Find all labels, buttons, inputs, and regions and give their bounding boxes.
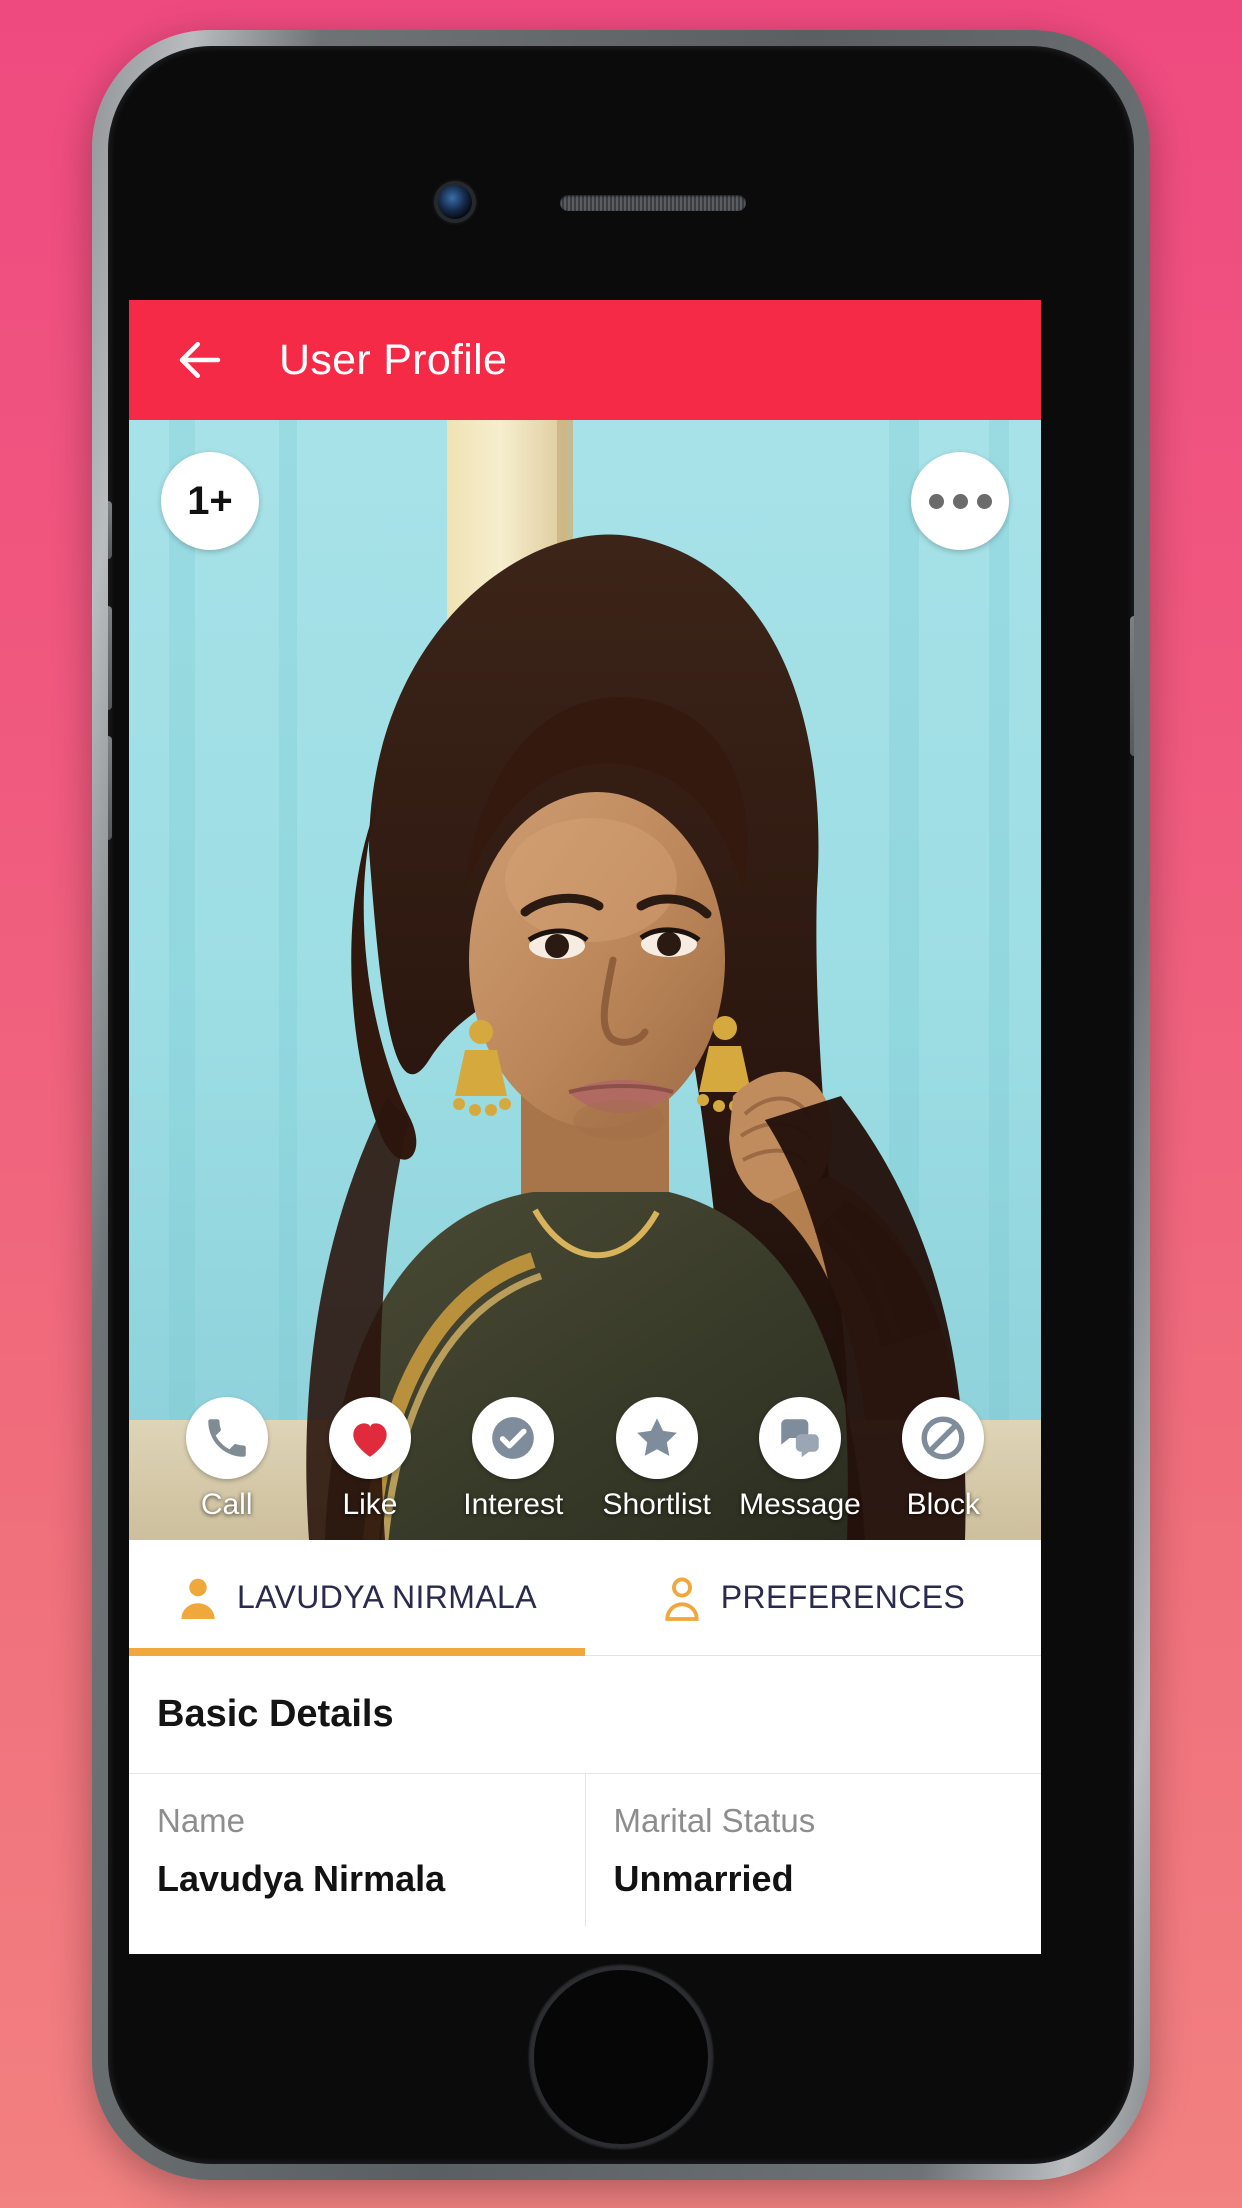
person-outline-icon xyxy=(665,1577,699,1621)
shortlist-button[interactable] xyxy=(615,1397,698,1479)
detail-value: Lavudya Nirmala xyxy=(157,1858,446,1899)
power-button[interactable] xyxy=(1130,616,1134,756)
person-filled-icon xyxy=(181,1578,215,1619)
heart-icon xyxy=(353,1423,387,1457)
action-shortlist[interactable]: Shortlist xyxy=(591,1397,723,1522)
detail-label: Marital Status xyxy=(613,1802,816,1839)
menu-dot xyxy=(928,493,944,509)
profile-tab-bar: LAVUDYA NIRMALA PREFERENCES xyxy=(129,1540,1041,1656)
menu-dot xyxy=(976,493,992,509)
check-circle-icon xyxy=(492,1417,535,1459)
volume-up-button[interactable] xyxy=(108,606,112,710)
profile-photo xyxy=(129,420,1041,1540)
tab-label: LAVUDYA NIRMALA xyxy=(236,1578,537,1615)
action-interest[interactable]: Interest xyxy=(447,1397,579,1522)
overflow-menu-icon[interactable] xyxy=(911,452,1009,550)
call-button[interactable] xyxy=(185,1397,268,1479)
detail-label: Name xyxy=(157,1802,246,1839)
action-block[interactable]: Block xyxy=(877,1397,1009,1522)
tab-preferences[interactable]: PREFERENCES xyxy=(585,1540,1041,1655)
profile-photo-area[interactable]: 1+ Call Like Interest Shortlist Message … xyxy=(129,420,1041,1540)
chat-bubbles-icon xyxy=(781,1419,819,1458)
app-bar: User Profile xyxy=(129,300,1041,420)
action-label: Like xyxy=(342,1488,398,1521)
phone-screen: User Profile 1+ Call Like Interest Short… xyxy=(129,300,1041,1954)
detail-cell-name: Name Lavudya Nirmala xyxy=(129,1774,585,1926)
interest-button[interactable] xyxy=(472,1397,555,1479)
phone-bezel: User Profile 1+ Call Like Interest Short… xyxy=(108,46,1134,2164)
phone-icon xyxy=(207,1419,246,1457)
action-message[interactable]: Message xyxy=(734,1397,866,1522)
basic-details-grid: Name Lavudya Nirmala Marital Status Unma… xyxy=(129,1774,1041,1926)
basic-details-heading: Basic Details xyxy=(129,1656,1041,1774)
tab-label: PREFERENCES xyxy=(720,1578,966,1615)
action-label: Shortlist xyxy=(602,1488,711,1521)
action-label: Block xyxy=(906,1488,980,1521)
home-button[interactable] xyxy=(530,1966,712,2148)
front-camera-icon xyxy=(438,185,472,219)
star-icon xyxy=(636,1418,677,1456)
block-button[interactable] xyxy=(902,1397,985,1479)
detail-value: Unmarried xyxy=(613,1858,794,1899)
volume-down-button[interactable] xyxy=(108,736,112,840)
action-call[interactable]: Call xyxy=(161,1397,293,1522)
action-label: Interest xyxy=(463,1488,564,1521)
message-button[interactable] xyxy=(758,1397,841,1479)
photo-count-badge[interactable]: 1+ xyxy=(161,452,259,550)
back-arrow-icon[interactable] xyxy=(173,333,227,387)
silence-switch[interactable] xyxy=(108,501,112,559)
phone-device-frame: User Profile 1+ Call Like Interest Short… xyxy=(92,30,1150,2180)
tab-lavudya-nirmala[interactable]: LAVUDYA NIRMALA xyxy=(129,1540,585,1656)
page-title: User Profile xyxy=(279,335,508,384)
detail-cell-marital-status: Marital Status Unmarried xyxy=(584,1774,1042,1926)
action-label: Call xyxy=(200,1488,253,1521)
action-like[interactable]: Like xyxy=(304,1397,436,1522)
like-button[interactable] xyxy=(328,1397,411,1479)
menu-dot xyxy=(952,493,968,509)
block-icon xyxy=(921,1416,965,1460)
profile-action-bar: Call Like Interest Shortlist Message Blo… xyxy=(129,1397,1041,1522)
earpiece-speaker xyxy=(560,195,746,211)
action-label: Message xyxy=(739,1488,861,1521)
